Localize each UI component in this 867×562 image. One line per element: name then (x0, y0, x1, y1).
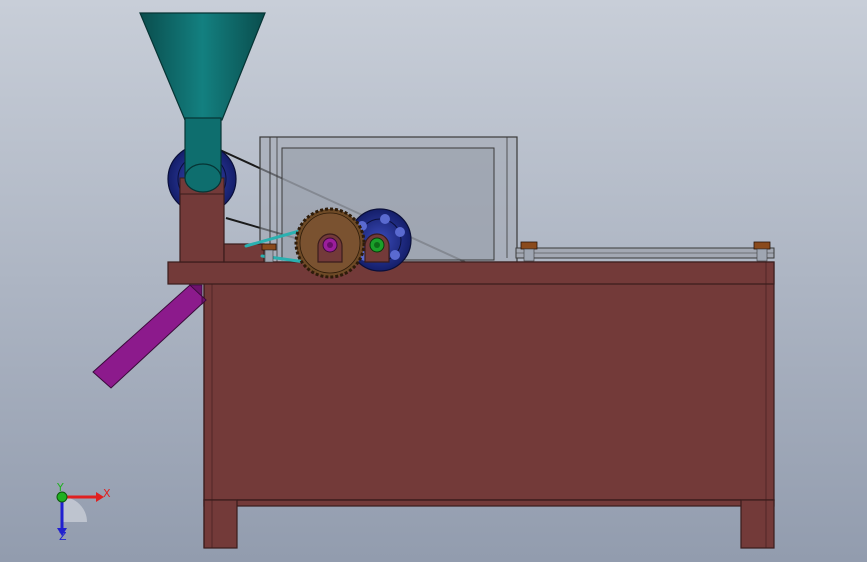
triad-y-label: Y (56, 481, 64, 494)
triad-x-label: X (103, 487, 111, 500)
top-rail (515, 247, 775, 259)
pulley-shaft (369, 237, 385, 253)
gear-shaft (322, 237, 338, 253)
machine-frame[interactable] (167, 261, 775, 549)
frame-leg-left (203, 499, 238, 549)
top-plate (167, 261, 775, 285)
cad-viewport[interactable]: X Y Z (0, 0, 867, 562)
triad-z-label: Z (59, 530, 67, 543)
frame-leg-right (740, 499, 775, 549)
